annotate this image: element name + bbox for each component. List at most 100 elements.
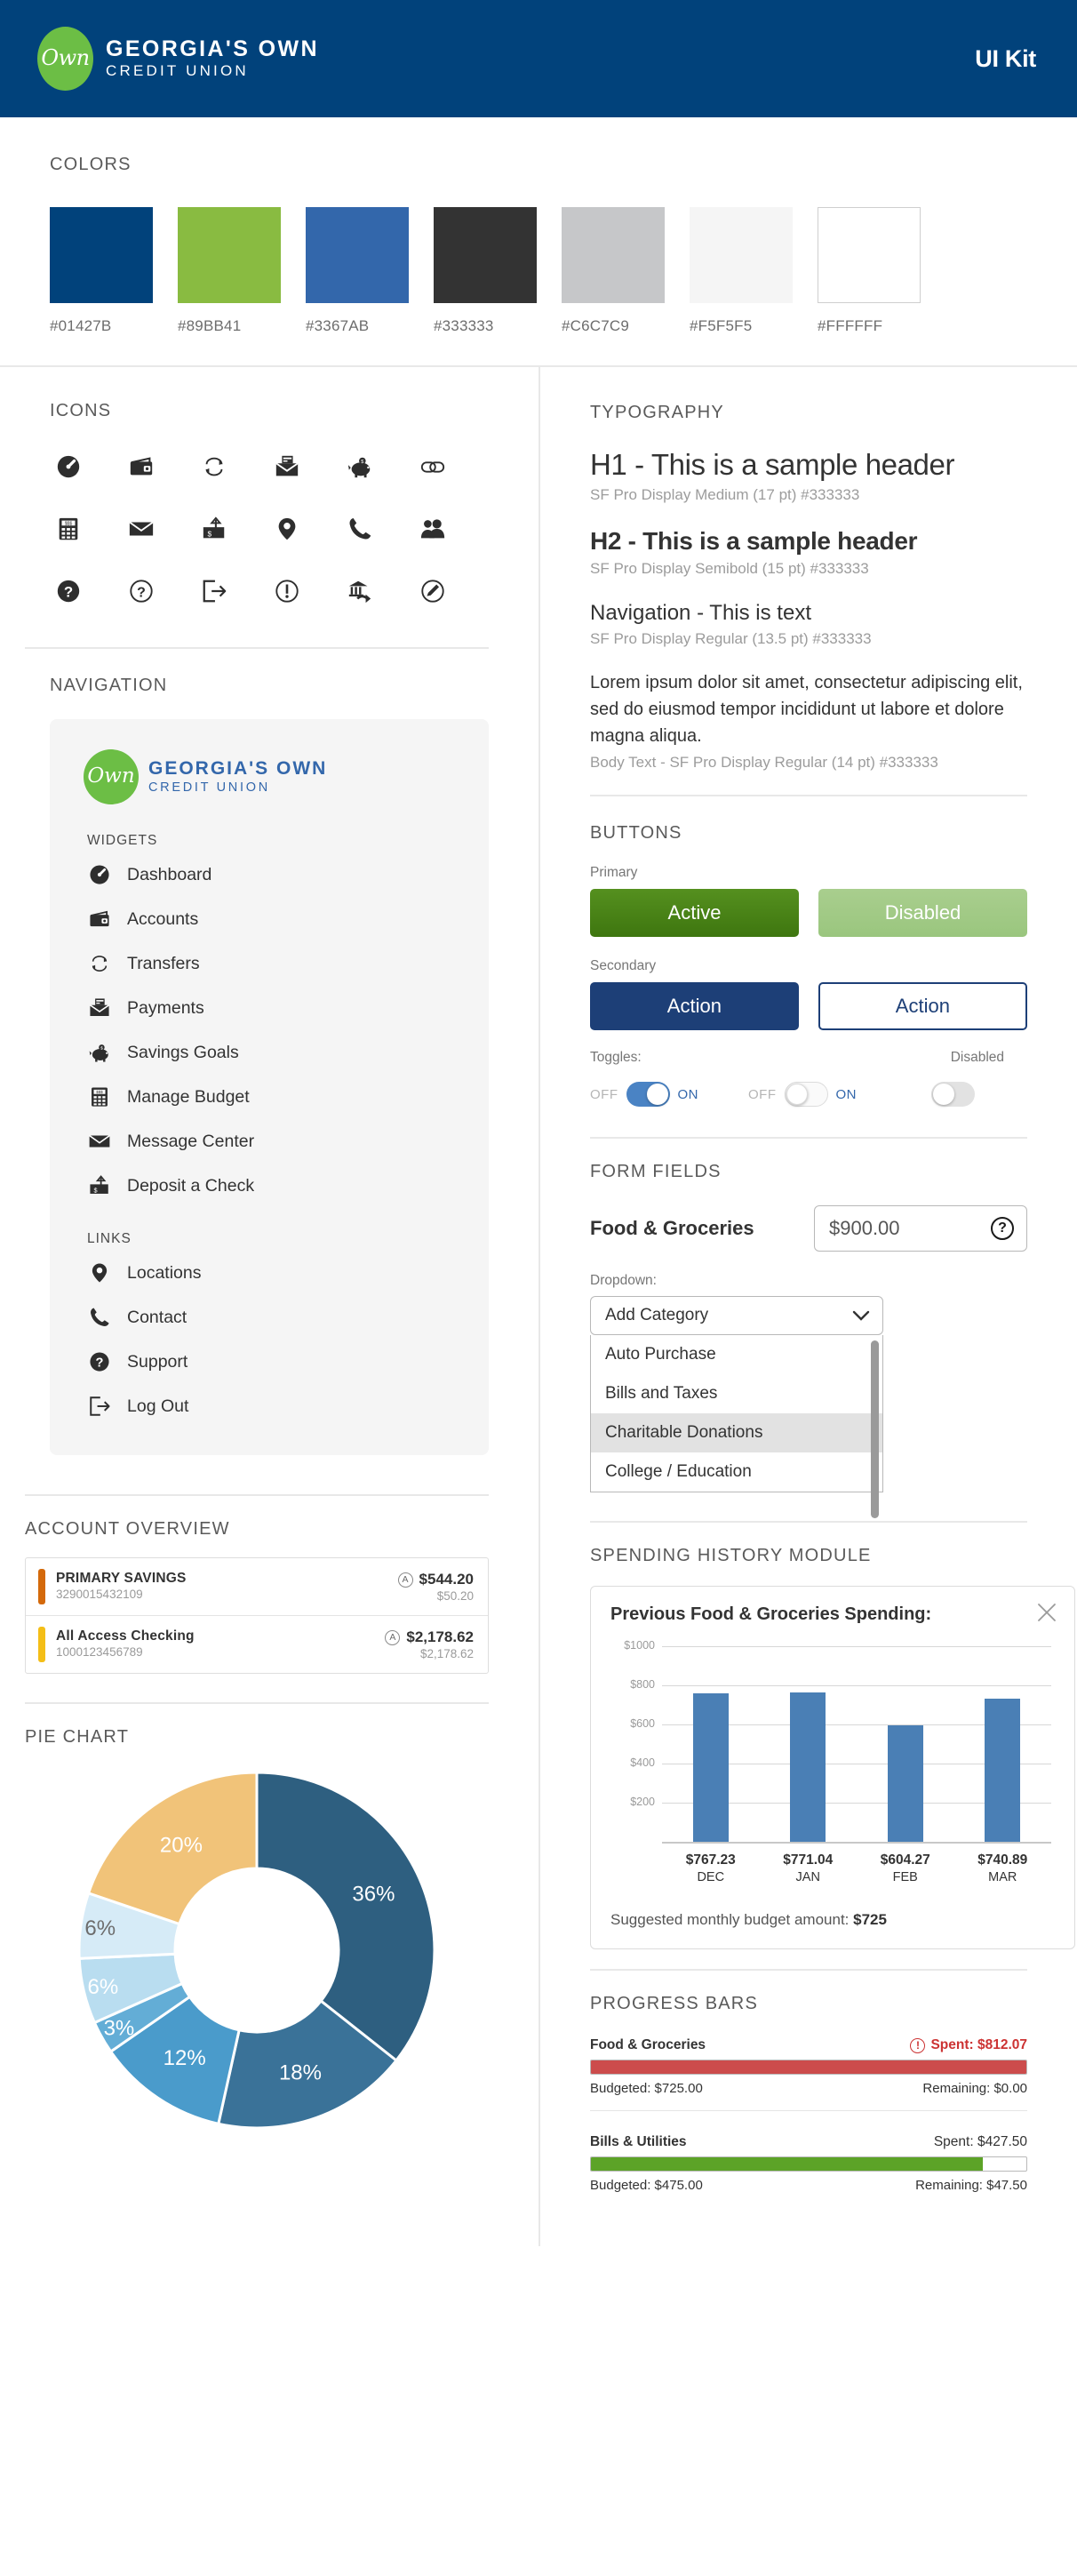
color-chip — [690, 207, 793, 303]
progress-bars-section: PROGRESS BARS Food & Groceries ! Spent: … — [540, 1971, 1077, 2246]
dropdown-scrollbar[interactable] — [871, 1340, 879, 1518]
navigation-logo: Own GEORGIA'S OWN CREDIT UNION — [50, 742, 489, 810]
close-icon[interactable] — [1035, 1601, 1058, 1624]
transfers-arrows-icon — [87, 951, 112, 976]
icons-title: ICONS — [50, 401, 112, 420]
toggle-on-group: OFF ON — [590, 1082, 698, 1107]
progress-bar-fill — [591, 2157, 983, 2171]
spending-history-title: SPENDING HISTORY MODULE — [590, 1546, 872, 1565]
logout-icon — [195, 572, 233, 610]
chart-bar — [985, 1699, 1021, 1844]
form-field-row: Food & Groceries $900.00 ? — [590, 1205, 1027, 1252]
sidebar-item-label: Support — [127, 1351, 188, 1372]
color-swatch: #F5F5F5 — [690, 207, 793, 335]
phone-icon — [87, 1305, 112, 1330]
sidebar-item-accounts[interactable]: Accounts — [50, 897, 489, 941]
sidebar-item-label: Contact — [127, 1307, 187, 1327]
primary-active-button[interactable]: Active — [590, 889, 799, 937]
chart-x-axis — [662, 1842, 1051, 1844]
sidebar-item-label: Dashboard — [127, 864, 212, 884]
location-pin-icon — [268, 510, 306, 548]
dropdown-option[interactable]: Auto Purchase — [591, 1335, 882, 1374]
ui-kit-page: Own GEORGIA'S OWN CREDIT UNION UI Kit CO… — [0, 0, 1077, 2246]
account-row[interactable]: PRIMARY SAVINGS 3290015432109 A $544.20 … — [26, 1558, 488, 1616]
progress-bar-fill — [591, 2060, 1026, 2074]
progress-bar-group: Bills & Utilities Spent: $427.50 Budgete… — [590, 2134, 1027, 2193]
help-filled-icon: ? — [50, 572, 87, 610]
body-grid: ICONS $ $$$ $?? NAVIGATION Own GEORGIA'S O… — [0, 367, 1077, 2246]
svg-text:?: ? — [64, 584, 73, 601]
toggle-off-off-label: OFF — [748, 1086, 777, 1102]
chart-bar-slot — [760, 1639, 858, 1844]
pie-slice — [255, 1771, 436, 2063]
sidebar-item-log-out[interactable]: Log Out — [50, 1384, 489, 1428]
primary-disabled-button[interactable]: Disabled — [818, 889, 1027, 937]
progress-bar-remaining: Remaining: $0.00 — [922, 2081, 1027, 2096]
progress-bar-budgeted: Budgeted: $725.00 — [590, 2081, 703, 2096]
pie-slice-label: 12% — [164, 2046, 206, 2070]
icon-grid: $ $$$ $?? — [50, 448, 489, 610]
question-mark-icon[interactable]: ? — [991, 1217, 1014, 1240]
spending-bar-chart: $1000 $800 $600 $400 $200 — [610, 1639, 1055, 1844]
payments-envelope-card-icon — [87, 996, 112, 1020]
chart-bar — [692, 1693, 729, 1844]
typography-h1-sample: H1 - This is a sample header — [590, 448, 955, 481]
svg-text:$: $ — [100, 1045, 103, 1051]
chart-y-tick-label: $200 — [630, 1796, 655, 1808]
dropdown-option[interactable]: Charitable Donations — [591, 1413, 882, 1452]
amount-field[interactable]: $900.00 ? — [814, 1205, 1027, 1252]
colors-title: COLORS — [50, 155, 132, 174]
sidebar-item-manage-budget[interactable]: $$$ Manage Budget — [50, 1075, 489, 1119]
nav-group-links-label: LINKS — [87, 1231, 132, 1246]
secondary-buttons-row: Action Action — [590, 982, 1027, 1030]
color-hex-label: #01427B — [50, 317, 112, 334]
alert-exclamation-icon: ! — [910, 2037, 926, 2053]
chart-bar — [790, 1692, 826, 1844]
category-dropdown[interactable]: Add Category — [590, 1296, 883, 1335]
pie-slice-label: 36% — [352, 1882, 395, 1906]
account-overview-title: ACCOUNT OVERVIEW — [25, 1519, 230, 1539]
toggle-switch-off[interactable] — [784, 1082, 828, 1107]
chart-bars — [662, 1639, 1051, 1844]
wallet-icon — [123, 448, 160, 485]
sidebar-item-label: Message Center — [127, 1131, 255, 1151]
account-row[interactable]: All Access Checking 1000123456789 A $2,1… — [26, 1616, 488, 1673]
suggested-budget-prefix: Suggested monthly budget amount: — [610, 1911, 854, 1928]
sidebar-item-contact[interactable]: Contact — [50, 1295, 489, 1340]
ui-kit-label: UI Kit — [975, 44, 1036, 72]
secondary-outline-button[interactable]: Action — [818, 982, 1027, 1030]
navigation-brand-text: GEORGIA'S OWN CREDIT UNION — [148, 758, 327, 796]
chart-x-tick-label: MAR — [988, 1870, 1017, 1884]
toggle-switch-on[interactable] — [626, 1082, 670, 1107]
toggle-off-on-label: ON — [835, 1086, 857, 1102]
form-fields-section: FORM FIELDS Food & Groceries $900.00 ? D… — [540, 1139, 1077, 1518]
chart-bar-value-label: $771.04 — [783, 1852, 834, 1868]
svg-text:$: $ — [208, 529, 212, 538]
location-pin-icon — [87, 1260, 112, 1285]
sidebar-item-dashboard[interactable]: Dashboard — [50, 852, 489, 897]
sidebar-item-deposit-a-check[interactable]: $ Deposit a Check — [50, 1164, 489, 1208]
secondary-solid-button[interactable]: Action — [590, 982, 799, 1030]
spending-history-card-title: Previous Food & Groceries Spending: — [610, 1604, 932, 1624]
calculator-icon: $$$ — [87, 1084, 112, 1109]
sidebar-item-locations[interactable]: Locations — [50, 1251, 489, 1295]
sidebar-item-support[interactable]: ? Support — [50, 1340, 489, 1384]
sidebar-item-message-center[interactable]: Message Center — [50, 1119, 489, 1164]
colors-section: COLORS #01427B #89BB41 #3367AB #333333 #… — [0, 117, 1077, 365]
pie-slice-label: 18% — [279, 2061, 322, 2085]
toggle-disabled-group — [931, 1082, 975, 1107]
color-chip — [178, 207, 281, 303]
progress-bar-header: Food & Groceries ! Spent: $812.07 — [590, 2037, 1027, 2053]
chart-bar-value-label: $767.23 — [685, 1852, 736, 1868]
sidebar-item-transfers[interactable]: Transfers — [50, 941, 489, 986]
dropdown-option[interactable]: Bills and Taxes — [591, 1374, 882, 1413]
progress-bars-list: Food & Groceries ! Spent: $812.07 Budget… — [590, 2037, 1027, 2193]
form-field-label: Food & Groceries — [590, 1217, 754, 1239]
dropdown-option[interactable]: College / Education — [591, 1452, 882, 1492]
chart-bar-slot — [954, 1639, 1052, 1844]
color-swatch: #01427B — [50, 207, 153, 335]
brand-text: GEORGIA'S OWN CREDIT UNION — [106, 36, 319, 81]
sidebar-item-savings-goals[interactable]: $ Savings Goals — [50, 1030, 489, 1075]
color-hex-label: #333333 — [434, 317, 494, 334]
sidebar-item-payments[interactable]: Payments — [50, 986, 489, 1030]
